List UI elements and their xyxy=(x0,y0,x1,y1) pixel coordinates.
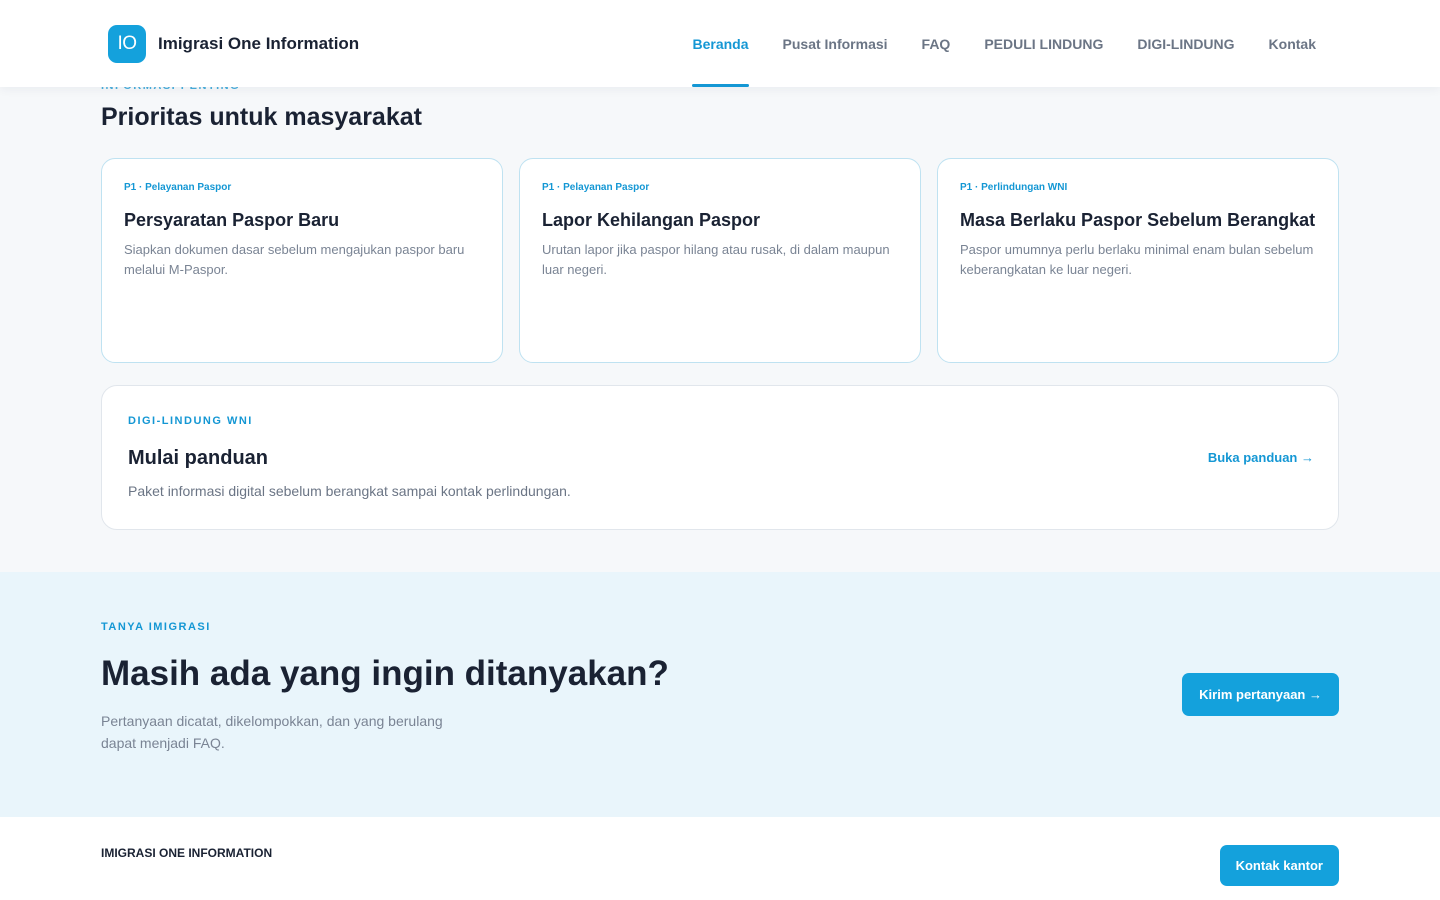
send-question-button[interactable]: Kirim pertanyaan → xyxy=(1182,673,1339,716)
nav-peduli-lindung[interactable]: PEDULI LINDUNG xyxy=(984,0,1103,87)
card-desc: Siapkan dokumen dasar sebelum mengajukan… xyxy=(124,242,465,277)
footer-brand: IMIGRASI ONE INFORMATION xyxy=(101,846,273,860)
priority-card-kehilangan[interactable]: P1 · Pelayanan Paspor Lapor Kehilangan P… xyxy=(519,158,921,363)
nav-kontak[interactable]: Kontak xyxy=(1269,0,1316,87)
card-tag: P1 · Perlindungan WNI xyxy=(960,182,1068,193)
tanya-title: Masih ada yang ingin ditanyakan? xyxy=(101,654,669,693)
digi-title: Mulai panduan xyxy=(128,447,268,469)
nav-beranda[interactable]: Beranda xyxy=(692,0,749,87)
digi-tag: DIGI-LINDUNG WNI xyxy=(128,415,253,427)
tanya-section: TANYA IMIGRASI Masih ada yang ingin dita… xyxy=(0,572,1440,817)
site-header: IO Imigrasi One Information Beranda Pusa… xyxy=(0,0,1440,87)
brand[interactable]: IO Imigrasi One Information xyxy=(108,25,359,63)
card-title: Masa Berlaku Paspor Sebelum Berangkat xyxy=(960,210,1316,230)
card-title: Persyaratan Paspor Baru xyxy=(124,210,340,230)
priority-card-paspor-baru[interactable]: P1 · Pelayanan Paspor Persyaratan Paspor… xyxy=(101,158,503,363)
contact-office-button[interactable]: Kontak kantor xyxy=(1219,845,1339,886)
digi-desc: Paket informasi digital sebelum berangka… xyxy=(128,483,571,499)
card-tag: P1 · Pelayanan Paspor xyxy=(124,182,232,193)
card-tag: P1 · Pelayanan Paspor xyxy=(542,182,650,193)
site-footer: IMIGRASI ONE INFORMATION Kontak kantor xyxy=(0,817,1440,900)
card-title: Lapor Kehilangan Paspor xyxy=(542,210,761,230)
nav-faq[interactable]: FAQ xyxy=(922,0,951,87)
open-guide-link[interactable]: Buka panduan → xyxy=(1208,450,1314,465)
brand-name: Imigrasi One Information xyxy=(158,34,360,53)
priority-card-masa-berlaku[interactable]: P1 · Perlindungan WNI Masa Berlaku Paspo… xyxy=(937,158,1339,363)
nav-pusat-informasi[interactable]: Pusat Informasi xyxy=(783,0,888,87)
nav-digi-lindung[interactable]: DIGI-LINDUNG xyxy=(1137,0,1234,87)
digi-lindung-panel: DIGI-LINDUNG WNI Mulai panduan Paket inf… xyxy=(101,385,1339,530)
priority-title: Prioritas untuk masyarakat xyxy=(101,103,422,131)
main-nav: Beranda Pusat Informasi FAQ PEDULI LINDU… xyxy=(658,0,1316,87)
tanya-tag: TANYA IMIGRASI xyxy=(101,621,211,633)
card-desc: Paspor umumnya perlu berlaku minimal ena… xyxy=(960,242,1314,277)
brand-logo: IO xyxy=(108,25,146,63)
priority-cards: P1 · Pelayanan Paspor Persyaratan Paspor… xyxy=(101,158,1339,363)
card-desc: Urutan lapor jika paspor hilang atau rus… xyxy=(542,242,890,277)
tanya-desc: Pertanyaan dicatat, dikelompokkan, dan y… xyxy=(101,713,443,751)
